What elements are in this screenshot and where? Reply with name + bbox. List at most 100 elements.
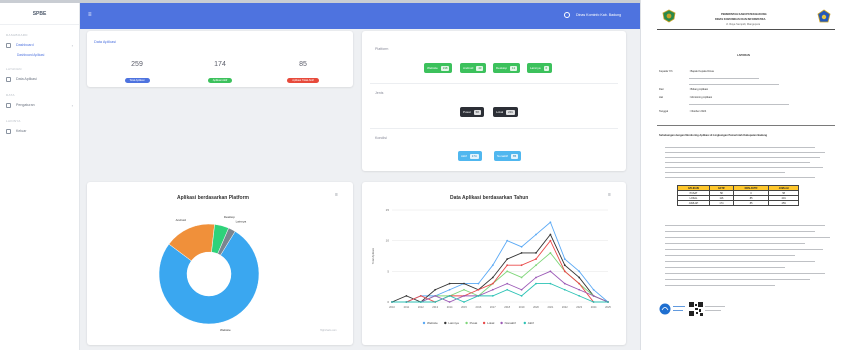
sidebar-section-label: DASHBOARD	[6, 33, 28, 37]
status-button-nonaktif[interactable]: Nonaktif 85	[494, 151, 522, 161]
stat-total: 259 Total Aplikasi	[112, 61, 162, 86]
doc-text-line	[665, 225, 825, 227]
series-line-website	[392, 221, 609, 303]
data-point	[506, 282, 509, 285]
data-point	[405, 301, 408, 303]
platform-button-website[interactable]: Website 198	[424, 63, 453, 73]
y-axis-label: Total Aplikasi	[371, 248, 375, 265]
sidebar-item-pengaturan[interactable]: Pengaturan ›	[0, 99, 79, 111]
data-point	[463, 294, 465, 297]
data-point	[477, 282, 480, 285]
doc-signature-line	[673, 306, 685, 308]
table-cell: JUMLAH	[677, 200, 710, 206]
data-point	[477, 294, 480, 297]
y-tick-label: 0	[387, 300, 389, 304]
table-cell: 85	[732, 200, 770, 206]
stat-badge[interactable]: Aplikasi Tidak Aktif	[287, 78, 319, 83]
stat-badge[interactable]: Aplikasi Aktif	[207, 78, 233, 83]
pie-slice-label: Website	[220, 328, 231, 332]
platform-button-android[interactable]: Android 43	[460, 63, 487, 73]
chart-credit[interactable]: Highcharts.com	[320, 329, 337, 332]
data-point	[506, 288, 509, 291]
data-point	[520, 245, 523, 248]
jenis-button-lokal[interactable]: Lokal 201	[493, 107, 518, 117]
stat-aktif: 174 Aplikasi Aktif	[195, 61, 245, 86]
doc-text-line	[665, 279, 810, 281]
x-tick-label: 2013	[432, 305, 438, 309]
doc-header-rule	[657, 29, 835, 30]
x-tick-label: 2014	[447, 305, 453, 309]
menu-toggle-icon[interactable]: ≡	[88, 12, 94, 18]
doc-field-key: Dari	[659, 88, 664, 91]
data-point	[535, 252, 537, 254]
doc-text-line	[665, 267, 785, 269]
legend-marker	[422, 321, 426, 325]
x-tick-label: 2018	[504, 305, 510, 309]
filters-card: Platform Website 198 Android 43 Desktop 12 …	[362, 31, 626, 171]
kondisi-label: Kondisi	[375, 136, 387, 140]
doc-signature-line	[705, 306, 725, 308]
data-point	[463, 301, 465, 303]
doc-text-line	[665, 157, 820, 159]
qr-code-icon	[689, 302, 703, 316]
data-point	[592, 294, 595, 297]
data-point	[520, 264, 523, 267]
button-count: 6	[543, 65, 550, 71]
x-tick-label: 2022	[562, 305, 568, 309]
summary-card: Data Aplikasi 259 Total Aplikasi 174 Apl…	[87, 31, 353, 87]
y-tick-label: 10	[386, 239, 390, 243]
data-point	[434, 288, 437, 291]
sidebar-brand[interactable]: SPBE	[0, 3, 79, 25]
status-button-aktif[interactable]: Aktif 174	[458, 151, 482, 161]
sidebar-item-keluar[interactable]: Keluar	[0, 125, 79, 137]
legend-marker	[482, 321, 486, 325]
stat-value: 174	[214, 61, 226, 68]
data-point	[463, 288, 465, 291]
pie-slice-label: Desktop	[224, 215, 235, 219]
stat-nonaktif: 85 Aplikasi Tidak Aktif	[278, 61, 328, 86]
data-point	[549, 221, 552, 224]
platform-button-lainnya[interactable]: Lainnya 6	[527, 63, 553, 73]
sidebar-item-data-aplikasi[interactable]: Data Aplikasi	[0, 73, 79, 85]
section-divider	[370, 83, 618, 84]
doc-separator	[657, 125, 835, 126]
data-point	[563, 282, 566, 285]
x-tick-label: 2021	[548, 305, 554, 309]
data-point	[506, 258, 509, 260]
table-cell: 174	[709, 200, 734, 206]
data-point	[448, 282, 451, 285]
doc-text-line	[665, 147, 815, 149]
data-point	[448, 294, 451, 297]
doc-text-line	[665, 243, 805, 245]
topbar: ≡ Dinas Kominfo Kab. Badung	[80, 3, 640, 29]
x-tick-label: 2010	[389, 305, 395, 309]
button-count: 85	[511, 153, 519, 159]
data-point	[434, 294, 437, 297]
user-name[interactable]: Dinas Kominfo Kab. Badung	[576, 13, 621, 17]
data-point	[607, 301, 609, 303]
data-point	[535, 233, 537, 236]
line-chart-card: Data Aplikasi berdasarkan Tahun ≡ 0 5 10 15…	[362, 182, 626, 345]
sidebar-subitem-dashboard-aplikasi[interactable]: Dashboard Aplikasi	[0, 51, 79, 59]
pie-chart-card: Aplikasi berdasarkan Platform ≡ Website A…	[87, 182, 353, 345]
data-point	[535, 264, 537, 267]
data-point	[535, 282, 537, 285]
doc-text-line	[665, 255, 795, 257]
legend-marker	[500, 321, 503, 325]
line-chart: 0 5 10 15 2010 2011 2012 2013 2014 2015 2016 2017 20…	[371, 208, 611, 325]
data-point	[520, 288, 523, 291]
stat-value: 259	[131, 61, 143, 68]
data-point	[520, 252, 523, 254]
jenis-button-pusat[interactable]: Pusat 58	[460, 107, 484, 117]
button-label: Lainnya	[530, 66, 541, 70]
sidebar-item-dashboard[interactable]: Dashboard ›	[0, 39, 79, 51]
doc-text-line	[665, 167, 823, 169]
stat-badge[interactable]: Total Aplikasi	[124, 78, 150, 83]
legend-marker	[444, 321, 447, 325]
bell-icon[interactable]	[564, 12, 570, 18]
platform-button-desktop[interactable]: Desktop 12	[493, 63, 521, 73]
logout-icon	[6, 128, 11, 134]
jenis-label: Jenis	[375, 91, 384, 95]
doc-field-value: : Bapak Kepala Dinas	[689, 70, 714, 73]
stat-value: 85	[299, 61, 307, 68]
